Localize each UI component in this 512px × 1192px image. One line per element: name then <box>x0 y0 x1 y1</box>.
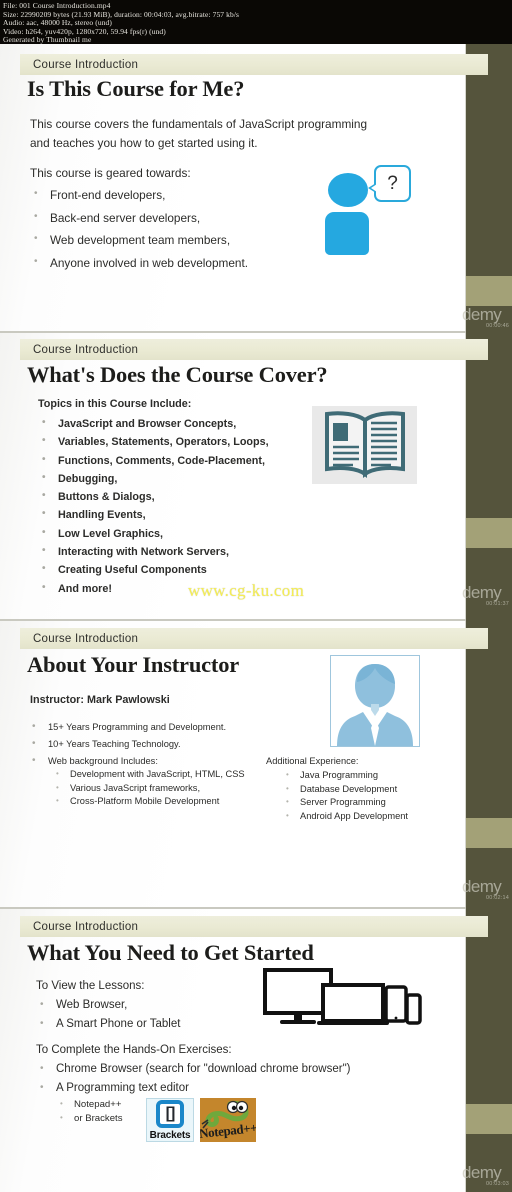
slide4-lead-exercises: To Complete the Hands-On Exercises: <box>36 1044 232 1056</box>
slide2-kicker: Course Introduction <box>20 339 488 360</box>
list-item: Web development team members, <box>28 228 358 252</box>
brackets-logo-label: Brackets <box>149 1129 191 1141</box>
open-book-svg <box>324 411 405 478</box>
brackets-logo: [] Brackets <box>146 1098 194 1142</box>
list-item: Front-end developers, <box>28 183 358 207</box>
slide-top-separator <box>0 908 466 909</box>
list-item: Development with JavaScript, HTML, CSS <box>48 767 248 782</box>
list-item: Low Level Graphics, <box>36 524 326 543</box>
slide-top-separator <box>0 620 466 621</box>
slide1-title: Is This Course for Me? <box>27 76 245 101</box>
brackets-icon: [] <box>156 1099 184 1128</box>
slide4-title: What You Need to Get Started <box>27 940 314 965</box>
slide3-bullet-list: 15+ Years Programming and Development. 1… <box>26 718 266 770</box>
list-item: Handling Events, <box>36 505 326 524</box>
slide1-kicker-label: Course Introduction <box>33 58 139 71</box>
instructor-avatar-svg <box>331 656 419 746</box>
question-mark-glyph: ? <box>387 173 398 194</box>
list-item: Various JavaScript frameworks, <box>48 781 248 796</box>
slide-thumbnail-4[interactable]: Course Introduction What You Need to Get… <box>0 908 512 1192</box>
slide3-title: About Your Instructor <box>27 652 240 677</box>
list-item: Database Development <box>278 782 468 797</box>
list-item: Creating Useful Components <box>36 560 326 579</box>
slide4-kicker: Course Introduction <box>20 916 488 937</box>
list-item: Interacting with Network Servers, <box>36 542 326 561</box>
slide4-kicker-label: Course Introduction <box>33 920 139 933</box>
slide-thumbnail-2[interactable]: Course Introduction What's Does the Cour… <box>0 332 512 620</box>
slide4-bullet-list-exercises: Chrome Browser (search for "download chr… <box>34 1059 454 1098</box>
slide1-intro-line-1: This course covers the fundamentals of J… <box>30 117 368 131</box>
list-item: JavaScript and Browser Concepts, <box>36 414 326 433</box>
slide3-right-bullet-list: Java Programming Database Development Se… <box>278 768 468 824</box>
slide1-kicker: Course Introduction <box>20 54 488 75</box>
devices-icon <box>262 968 422 1031</box>
slide-olive-band <box>464 908 512 1192</box>
list-item: 15+ Years Programming and Development. <box>26 718 266 736</box>
list-item: Anyone involved in web development. <box>28 251 358 275</box>
slide-olive-highlight <box>464 1104 512 1134</box>
slide-olive-highlight <box>464 276 512 306</box>
slide3-kicker-label: Course Introduction <box>33 632 139 645</box>
list-item: Debugging, <box>36 469 326 488</box>
list-item: Cross-Platform Mobile Development <box>48 794 248 809</box>
site-watermark: www.cg-ku.com <box>188 581 305 600</box>
slide-olive-band <box>464 332 512 620</box>
slide-thumbnail-3[interactable]: Course Introduction About Your Instructo… <box>0 620 512 908</box>
list-item: Variables, Statements, Operators, Loops, <box>36 432 326 451</box>
devices-icon-svg <box>263 968 422 1025</box>
instructor-avatar <box>330 655 420 747</box>
slide1-bullet-list: Front-end developers, Back-end server de… <box>28 183 358 275</box>
list-item: Server Programming <box>278 795 468 810</box>
slide3-right-heading: Additional Experience: <box>266 756 359 766</box>
list-item: Chrome Browser (search for "download chr… <box>34 1059 454 1079</box>
list-item: Android App Development <box>278 809 468 824</box>
list-item: A Programming text editor <box>34 1078 454 1098</box>
brackets-glyph: [] <box>165 1104 176 1122</box>
notepadpp-logo: Notepad++ <box>200 1098 256 1142</box>
open-book-icon <box>312 406 417 484</box>
list-item: 10+ Years Teaching Technology. <box>26 735 266 753</box>
slide2-kicker-label: Course Introduction <box>33 343 139 356</box>
question-bubble-icon: ? <box>368 165 411 202</box>
slide4-lead-view: To View the Lessons: <box>36 980 145 992</box>
slide-olive-highlight <box>464 518 512 548</box>
slide1-lead: This course is geared towards: <box>30 166 191 180</box>
slide-olive-band <box>464 620 512 908</box>
list-item: Functions, Comments, Code-Placement, <box>36 451 326 470</box>
video-info-header: File: 001 Course Introduction.mp4 Size: … <box>0 0 512 44</box>
list-item: Back-end server developers, <box>28 206 358 230</box>
slide2-title: What's Does the Course Cover? <box>27 362 328 387</box>
slide-olive-highlight <box>464 818 512 848</box>
slide-thumbnail-1[interactable]: Course Introduction Is This Course for M… <box>0 44 512 332</box>
slide2-lead: Topics in this Course Include: <box>38 398 192 410</box>
slide1-intro-line-2: and teaches you how to get started using… <box>30 135 258 150</box>
list-item: Buttons & Dialogs, <box>36 487 326 506</box>
list-item: Java Programming <box>278 768 468 783</box>
slide3-instructor-label: Instructor: Mark Pawlowski <box>30 694 170 706</box>
person-icon-head <box>328 173 368 207</box>
slide-top-separator <box>0 332 466 333</box>
slide1-intro: This course covers the fundamentals of J… <box>30 115 430 152</box>
slide3-sub-bullet-list: Development with JavaScript, HTML, CSS V… <box>48 767 248 809</box>
slide3-kicker: Course Introduction <box>20 628 488 649</box>
slide2-bullet-list: JavaScript and Browser Concepts, Variabl… <box>36 414 326 598</box>
person-icon-body <box>325 212 369 255</box>
